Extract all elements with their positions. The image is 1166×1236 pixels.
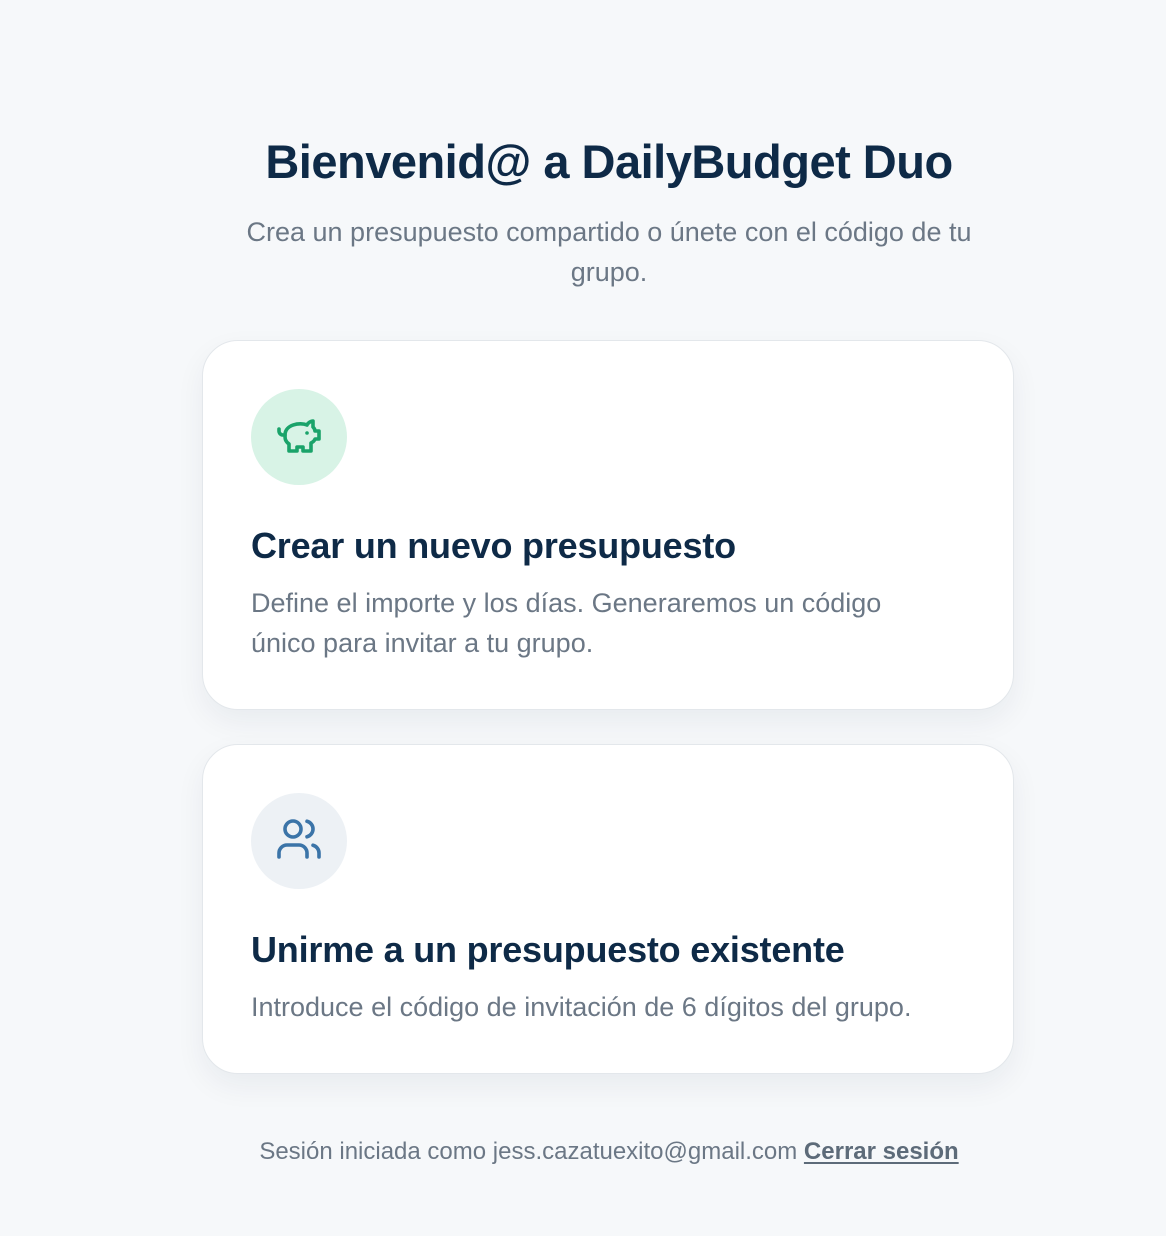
- create-budget-title: Crear un nuevo presupuesto: [251, 525, 736, 566]
- session-footer: Sesión iniciada como jess.cazatuexito@gm…: [0, 1138, 1166, 1166]
- join-budget-icon-badge: [251, 793, 347, 889]
- piggy-bank-icon: [275, 411, 323, 464]
- create-budget-card[interactable]: Crear un nuevo presupuesto Define el imp…: [202, 340, 1014, 710]
- join-budget-title: Unirme a un presupuesto existente: [251, 929, 845, 970]
- onboarding-page: Bienvenid@ a DailyBudget Duo Crea un pre…: [0, 0, 1166, 1236]
- create-budget-description: Define el importe y los días. Generaremo…: [251, 588, 882, 658]
- logout-link[interactable]: Cerrar sesión: [804, 1138, 959, 1165]
- page-subtitle: Crea un presupuesto compartido o únete c…: [246, 217, 972, 287]
- create-budget-icon-badge: [251, 389, 347, 485]
- join-budget-description: Introduce el código de invitación de 6 d…: [251, 992, 912, 1022]
- join-budget-card[interactable]: Unirme a un presupuesto existente Introd…: [202, 744, 1014, 1074]
- session-info-text: Sesión iniciada como jess.cazatuexito@gm…: [259, 1138, 798, 1165]
- users-icon: [275, 815, 323, 868]
- page-title: Bienvenid@ a DailyBudget Duo: [265, 135, 953, 188]
